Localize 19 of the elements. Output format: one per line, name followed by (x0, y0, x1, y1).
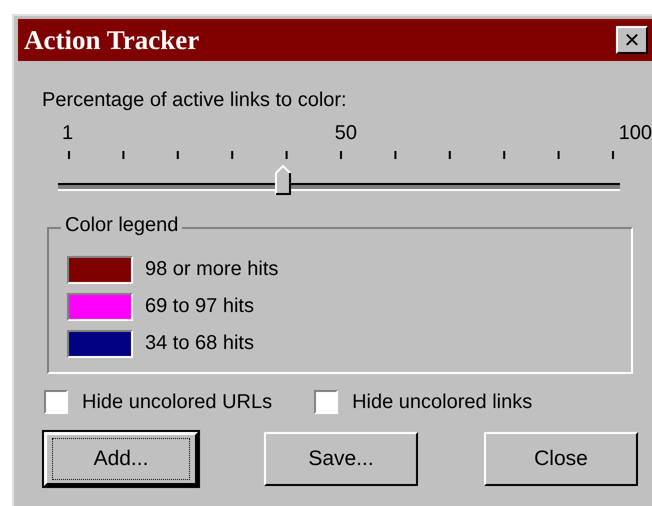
group-title: Color legend (61, 214, 182, 237)
dialog-button[interactable]: Close (484, 432, 638, 486)
legend-label: 34 to 68 hits (145, 332, 254, 355)
tick-label: 100 (618, 122, 652, 145)
close-button[interactable]: ✕ (616, 26, 648, 54)
slider-thumb[interactable] (274, 165, 291, 195)
checkbox-label: Hide uncolored links (352, 390, 532, 414)
slider-track[interactable] (58, 165, 620, 195)
legend-label: 69 to 97 hits (145, 295, 254, 318)
dialog-button[interactable]: Add... (44, 432, 198, 486)
slider-label: Percentage of active links to color: (42, 89, 348, 112)
tick-label: 1 (62, 122, 74, 145)
dialog-button[interactable]: Save... (264, 432, 418, 486)
tick-label: 50 (334, 122, 357, 145)
checkbox[interactable] (314, 390, 338, 414)
checkbox-label: Hide uncolored URLs (82, 390, 272, 414)
checkbox[interactable] (44, 390, 68, 414)
legend-label: 98 or more hits (145, 258, 278, 281)
window-title: Action Tracker (24, 24, 200, 56)
